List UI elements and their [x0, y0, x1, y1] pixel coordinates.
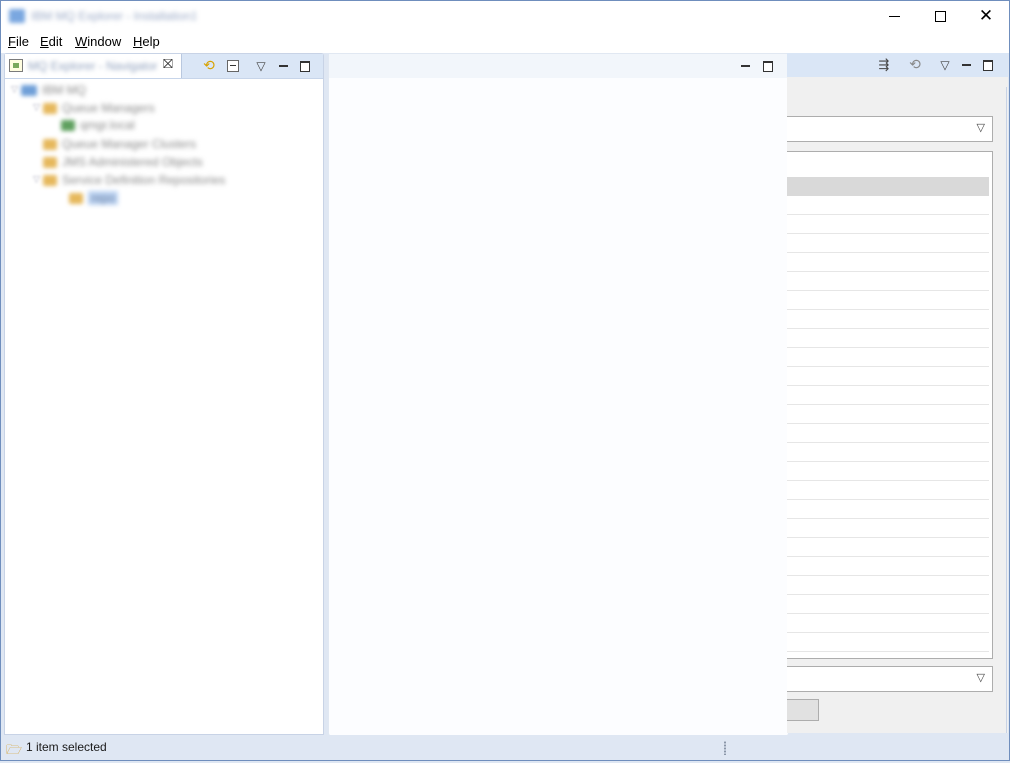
menu-bar: File Edit Window Help: [1, 31, 1009, 53]
list-item[interactable]: [787, 234, 989, 253]
folder-icon: [43, 138, 57, 150]
queue-manager-icon: [61, 119, 75, 131]
status-text: 1 item selected: [26, 740, 107, 754]
list-item[interactable]: [787, 538, 989, 557]
editor-area: [328, 53, 789, 737]
list-item[interactable]: [787, 329, 989, 348]
menu-window[interactable]: Window: [75, 34, 121, 49]
sync-icon[interactable]: ⟲: [201, 58, 217, 74]
collapse-chevron-icon[interactable]: ▽: [33, 103, 43, 113]
tree-item[interactable]: qmgr.local: [61, 117, 135, 133]
folder-icon: [43, 174, 57, 186]
collapse-chevron-icon[interactable]: ▽: [11, 85, 21, 95]
collapse-chevron-icon[interactable]: ▽: [33, 175, 43, 185]
app-window: IBM MQ Explorer - Installation1 ✕ File E…: [0, 0, 1010, 761]
maximize-button[interactable]: [917, 1, 963, 31]
chevron-down-icon: ▽: [976, 121, 985, 134]
title-bar: IBM MQ Explorer - Installation1 ✕: [1, 1, 1009, 31]
bottom-dropdown[interactable]: ▽: [787, 666, 993, 692]
properties-view: ⇶ ⟲ ▽ ▽ ▽: [787, 53, 1008, 733]
collapse-all-icon[interactable]: [225, 58, 241, 74]
navigator-header: MQ Explorer - Navigator ⛝ ⟲ ▽: [5, 54, 323, 79]
folder-icon: [43, 102, 57, 114]
list-item[interactable]: [787, 500, 989, 519]
close-button[interactable]: ✕: [963, 1, 1009, 31]
view-minimize-icon[interactable]: [958, 57, 974, 73]
minimize-icon: [888, 15, 900, 17]
tree-item[interactable]: ▽ IBM MQ: [11, 82, 86, 98]
tree-item-selected[interactable]: repo: [69, 190, 119, 206]
editor-maximize-icon[interactable]: [760, 58, 776, 74]
view-menu-chevron-down-icon[interactable]: ▽: [937, 57, 953, 73]
list-item[interactable]: [787, 462, 989, 481]
tree-item[interactable]: ▽ Queue Managers: [33, 100, 155, 116]
view-maximize-icon[interactable]: [980, 57, 996, 73]
navigator-view-icon: [9, 59, 23, 72]
list-item[interactable]: [787, 481, 989, 500]
repository-icon: [69, 192, 83, 204]
chevron-down-icon: ▽: [976, 671, 985, 684]
list-item[interactable]: [787, 614, 989, 633]
folder-open-icon: 🗁: [6, 743, 23, 758]
refresh-sync-icon[interactable]: ⟲: [907, 57, 923, 73]
properties-header: ⇶ ⟲ ▽: [787, 53, 1008, 77]
list-item[interactable]: [787, 386, 989, 405]
top-dropdown[interactable]: ▽: [787, 116, 993, 142]
filter-icon[interactable]: ⇶: [876, 57, 892, 73]
list-item[interactable]: [787, 272, 989, 291]
editor-minimize-icon[interactable]: [737, 58, 753, 74]
maximize-icon: [934, 10, 946, 22]
tree-item[interactable]: JMS Administered Objects: [43, 154, 203, 170]
list-item[interactable]: [787, 519, 989, 538]
menu-edit[interactable]: Edit: [40, 34, 62, 49]
view-maximize-icon[interactable]: [297, 58, 313, 74]
app-icon: [9, 9, 25, 23]
status-bar: 🗁 1 item selected: [1, 735, 1009, 760]
mq-root-icon: [21, 84, 37, 96]
navigator-tab[interactable]: MQ Explorer - Navigator ⛝: [5, 54, 182, 78]
list-item[interactable]: [787, 633, 989, 652]
navigator-view: MQ Explorer - Navigator ⛝ ⟲ ▽ ▽ IBM MQ ▽…: [4, 53, 324, 735]
status-grip-handle[interactable]: [724, 741, 726, 755]
list-item[interactable]: [787, 215, 989, 234]
list-item[interactable]: [787, 443, 989, 462]
tree-item[interactable]: Queue Manager Clusters: [43, 136, 196, 152]
action-button[interactable]: [787, 699, 819, 721]
list-item[interactable]: [787, 310, 989, 329]
properties-list[interactable]: [787, 151, 993, 659]
view-minimize-icon[interactable]: [275, 58, 291, 74]
tree-item[interactable]: ▽ Service Definition Repositories: [33, 172, 225, 188]
menu-file[interactable]: File: [8, 34, 29, 49]
window-title: IBM MQ Explorer - Installation1: [31, 9, 196, 23]
list-item[interactable]: [787, 367, 989, 386]
list-item[interactable]: [787, 557, 989, 576]
minimize-button[interactable]: [871, 1, 917, 31]
folder-icon: [43, 156, 57, 168]
list-item[interactable]: [787, 595, 989, 614]
list-item[interactable]: [787, 348, 989, 367]
list-item-selected[interactable]: [787, 177, 989, 196]
list-item[interactable]: [787, 253, 989, 272]
tab-close-icon[interactable]: ⛝: [163, 57, 173, 72]
list-item[interactable]: [787, 405, 989, 424]
list-item[interactable]: [787, 424, 989, 443]
menu-help[interactable]: Help: [133, 34, 160, 49]
list-item[interactable]: [787, 291, 989, 310]
navigator-tab-label: MQ Explorer - Navigator: [28, 59, 158, 73]
editor-header: [329, 54, 788, 78]
list-item[interactable]: [787, 196, 989, 215]
list-item[interactable]: [787, 576, 989, 595]
view-menu-chevron-down-icon[interactable]: ▽: [253, 58, 269, 74]
close-icon: ✕: [978, 6, 994, 26]
